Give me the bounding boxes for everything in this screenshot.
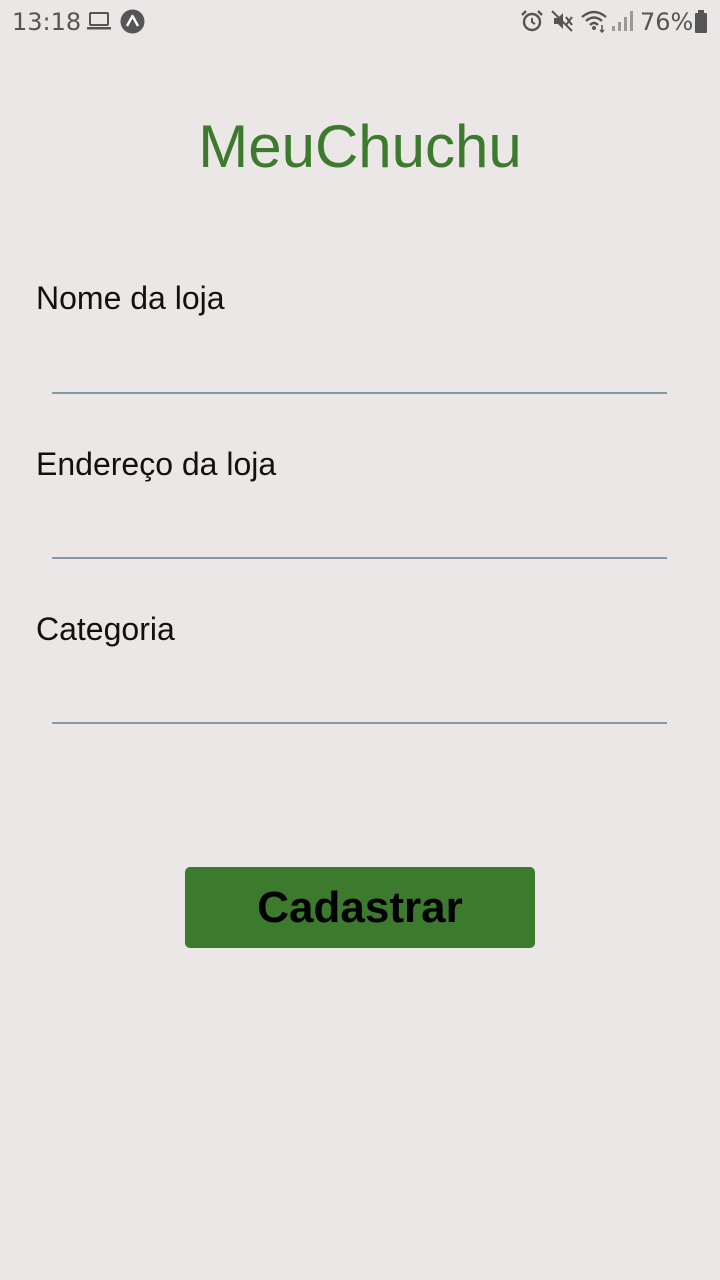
battery-level: 76%: [640, 8, 694, 36]
battery-icon: [695, 10, 707, 33]
category-label: Categoria: [36, 611, 175, 647]
screen: 13:18 76% MeuChuchu Nome da loja Endereç…: [0, 0, 720, 1280]
mute-icon: [551, 10, 573, 32]
alarm-icon: [521, 10, 543, 32]
category-input[interactable]: [52, 672, 667, 724]
store-name-label: Nome da loja: [36, 280, 225, 316]
status-time: 13:18: [12, 8, 82, 36]
register-button[interactable]: Cadastrar: [185, 867, 535, 948]
expo-icon: [120, 9, 145, 34]
wifi-icon: [581, 10, 607, 33]
signal-icon: [612, 11, 633, 31]
store-name-input[interactable]: [52, 342, 667, 394]
store-address-label: Endereço da loja: [36, 446, 277, 482]
status-bar: 13:18 76%: [0, 0, 720, 44]
store-address-input[interactable]: [52, 507, 667, 559]
app-title: MeuChuchu: [198, 113, 522, 180]
laptop-icon: [87, 12, 111, 30]
